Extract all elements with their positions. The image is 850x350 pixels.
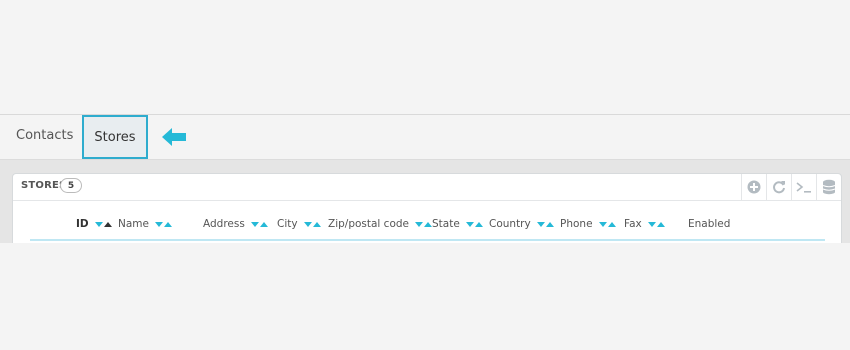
sort-asc-icon[interactable]: [607, 221, 616, 227]
column-label: Fax: [624, 218, 642, 230]
column-header-name: Name: [118, 218, 173, 230]
sort-asc-icon[interactable]: [312, 221, 321, 227]
column-header-id: ID: [76, 218, 113, 230]
column-label: Name: [118, 218, 149, 230]
sql-query-icon[interactable]: [791, 174, 816, 200]
sort-desc-icon[interactable]: [598, 221, 607, 227]
sort-asc-icon[interactable]: [260, 221, 269, 227]
column-header-state: State: [432, 218, 484, 230]
sort-asc-icon[interactable]: [475, 221, 484, 227]
refresh-icon[interactable]: [766, 174, 791, 200]
column-label: Zip/postal code: [328, 218, 410, 230]
column-label: City: [277, 218, 298, 230]
sql-manager-icon[interactable]: [816, 174, 841, 200]
sort-desc-icon[interactable]: [95, 221, 104, 227]
sort-desc-icon[interactable]: [155, 221, 164, 227]
tabs-bar: Contacts Stores: [0, 114, 850, 160]
add-new-icon[interactable]: [741, 174, 766, 200]
column-label: Address: [203, 218, 245, 230]
column-label: Enabled: [688, 218, 731, 230]
sort-asc-icon[interactable]: [657, 221, 666, 227]
table-header-divider: [30, 239, 825, 241]
sort-asc-icon[interactable]: [104, 221, 113, 227]
column-header-country: Country: [489, 218, 555, 230]
page-background: [0, 243, 850, 350]
column-header-address: Address: [203, 218, 269, 230]
sort-desc-icon[interactable]: [648, 221, 657, 227]
sort-desc-icon[interactable]: [415, 221, 424, 227]
arrow-left-icon: [162, 128, 186, 146]
column-label: Country: [489, 218, 531, 230]
column-label: Phone: [560, 218, 593, 230]
column-label: State: [432, 218, 460, 230]
tab-contacts[interactable]: Contacts: [16, 115, 73, 159]
column-label: ID: [76, 218, 89, 230]
tab-stores[interactable]: Stores: [82, 115, 148, 159]
count-badge: 5: [60, 178, 82, 193]
panel-heading: STORES 5: [13, 174, 841, 201]
column-header-phone: Phone: [560, 218, 617, 230]
sort-desc-icon[interactable]: [251, 221, 260, 227]
panel-toolbar: [741, 174, 841, 200]
sort-asc-icon[interactable]: [546, 221, 555, 227]
sort-desc-icon[interactable]: [537, 221, 546, 227]
column-header-city: City: [277, 218, 322, 230]
sort-desc-icon[interactable]: [466, 221, 475, 227]
column-header-zip: Zip/postal code: [328, 218, 433, 230]
column-header-enabled: Enabled: [688, 218, 730, 230]
sort-asc-icon[interactable]: [164, 221, 173, 227]
column-header-fax: Fax: [624, 218, 666, 230]
stores-panel: STORES 5 ID Name Address City Zip/postal…: [12, 173, 842, 248]
sort-desc-icon[interactable]: [303, 221, 312, 227]
